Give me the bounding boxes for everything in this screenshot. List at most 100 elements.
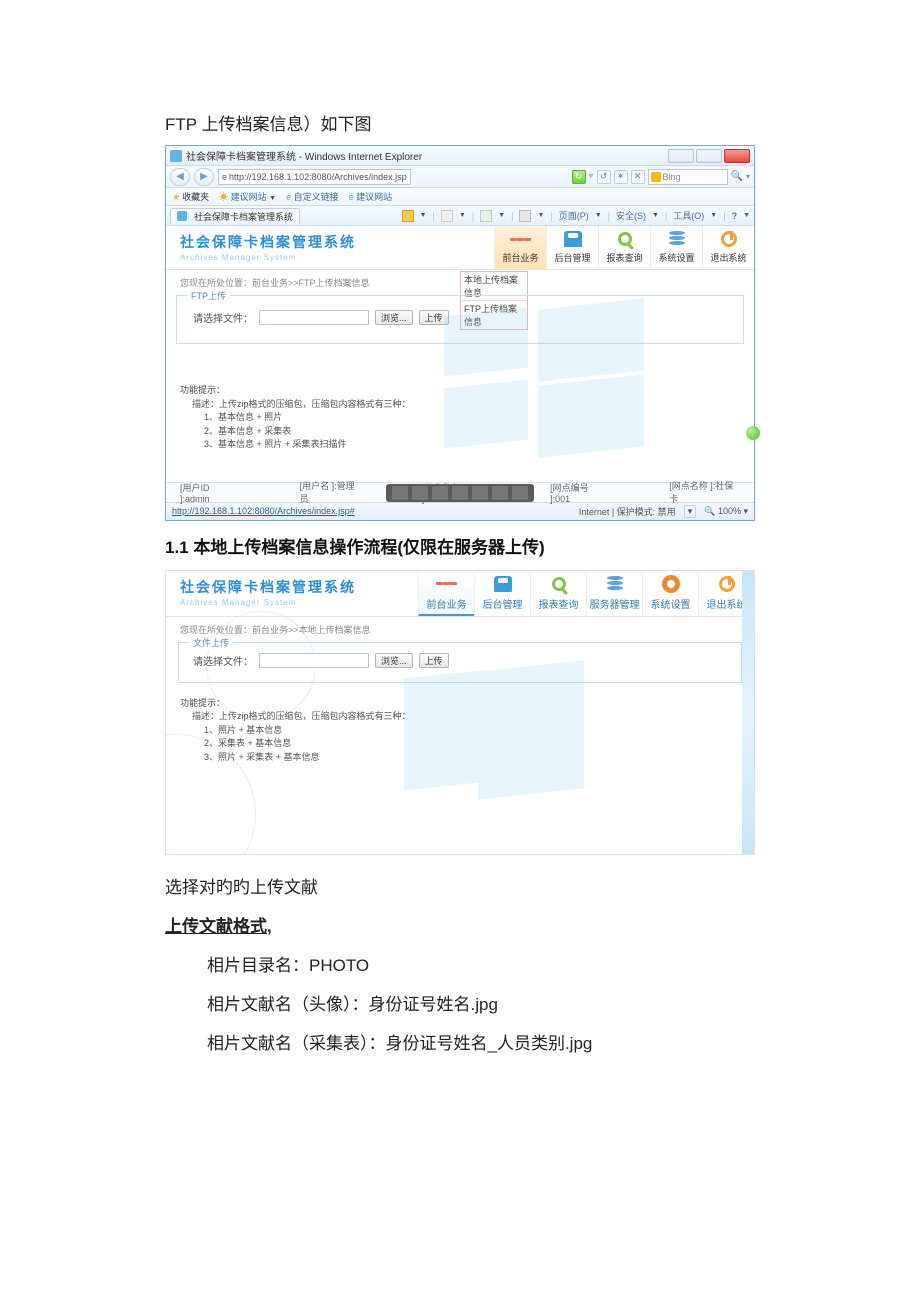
menu-front[interactable]: 前台业务 <box>494 226 546 269</box>
ie-titlebar: 社会保障卡档案管理系统 - Windows Internet Explorer <box>166 146 754 166</box>
mail-icon[interactable] <box>480 210 492 222</box>
ie-status-bar: http://192.168.1.102:8080/Archives/index… <box>166 502 754 520</box>
reader-btn[interactable] <box>452 486 468 500</box>
ie-nav-bar: ◀ ▶ e http://192.168.1.102:8080/Archives… <box>166 166 754 188</box>
power-icon <box>716 574 738 594</box>
close-button[interactable] <box>724 149 750 163</box>
stop-icon[interactable]: ↺ <box>597 170 611 184</box>
menu-server[interactable]: 服务器管理 <box>586 571 642 616</box>
favorites-bar: ★收藏夹 ☀ 建议网站 ▼ e 自定义链接 e 建议网站 <box>166 188 754 206</box>
section-heading: 1.1 本地上传档案信息操作流程(仅限在服务器上传) <box>165 533 755 558</box>
database-icon <box>666 229 688 249</box>
gear-icon <box>660 574 682 594</box>
photo-file1: 相片文献名（头像）：身份证号姓名.jpg <box>165 990 755 1015</box>
search-placeholder: Bing <box>663 172 681 182</box>
reader-btn[interactable] <box>492 486 508 500</box>
compat-icon[interactable]: ✶ <box>614 170 628 184</box>
page-menu[interactable]: 页面(P) <box>559 209 589 222</box>
status-node: [网点编号 ]:001 <box>550 481 609 504</box>
safety-menu[interactable]: 安全(S) <box>616 209 646 222</box>
reader-btn[interactable] <box>432 486 448 500</box>
menu-front[interactable]: 前台业务 <box>418 571 474 616</box>
maximize-button[interactable] <box>696 149 722 163</box>
app2-header: 社会保障卡档案管理系统 Archives Manager System 前台业务… <box>166 571 754 617</box>
ie-tool-row: ▼| ▼| ▼| ▼| 页面(P)▼| 安全(S)▼| 工具(O)▼| ?▼ <box>402 209 750 222</box>
bars-icon <box>510 229 532 249</box>
back-button[interactable]: ◀ <box>170 168 190 186</box>
stop2-icon[interactable]: ✕ <box>631 170 645 184</box>
reader-toolbar <box>386 484 534 502</box>
menu-back[interactable]: 后台管理 <box>546 226 598 269</box>
ie-protect-dropdown[interactable]: ▾ <box>684 505 697 518</box>
ie-status-mode: Internet | 保护模式: 禁用 <box>576 505 676 518</box>
ie-status-link: http://192.168.1.102:8080/Archives/index… <box>172 506 355 516</box>
menu-back[interactable]: 后台管理 <box>474 571 530 616</box>
ie-zoom[interactable]: 🔍 100% ▾ <box>704 506 748 517</box>
menu-sys[interactable]: 系统设置 <box>642 571 698 616</box>
minimize-button[interactable] <box>668 149 694 163</box>
rss-icon[interactable] <box>441 210 453 222</box>
url-field[interactable]: e http://192.168.1.102:8080/Archives/ind… <box>218 169 411 185</box>
window-title: 社会保障卡档案管理系统 - Windows Internet Explorer <box>186 148 422 163</box>
file-label: 请选择文件： <box>193 310 253 325</box>
print-icon[interactable] <box>519 210 531 222</box>
app-status-bar: [用户ID ]:admin [用户名 ]:管理员 [用户角色 ]:admin [… <box>166 482 754 502</box>
menu-report[interactable]: 报表查询 <box>598 226 650 269</box>
ie-window: 社会保障卡档案管理系统 - Windows Internet Explorer … <box>165 145 755 521</box>
bing-icon <box>651 172 661 182</box>
home-icon[interactable] <box>402 210 414 222</box>
power-icon <box>718 229 740 249</box>
search-icon <box>548 574 570 594</box>
ie-logo-icon: e <box>222 172 227 182</box>
favicon-icon <box>170 150 182 162</box>
reader-btn[interactable] <box>512 486 528 500</box>
search-go-icon[interactable]: 🔍 <box>731 171 743 182</box>
status-node-name: [网点名称 ]:社保卡 <box>669 479 740 505</box>
tab-title: 社会保障卡档案管理系统 <box>194 210 293 223</box>
tab-favicon-icon <box>177 211 187 221</box>
fav-custom-link[interactable]: e 自定义链接 <box>286 190 339 203</box>
help-icon[interactable]: ? <box>732 211 738 221</box>
favorites-label[interactable]: 收藏夹 <box>182 192 209 202</box>
local-upload-legend: 文件上传 <box>189 636 233 649</box>
status-uid: [用户ID ]:admin <box>180 481 240 504</box>
brand-title: 社会保障卡档案管理系统 <box>180 232 480 252</box>
choose-text: 选择对旳旳上传文献 <box>165 873 755 898</box>
browse-button[interactable]: 浏览... <box>375 653 413 668</box>
intro-text: FTP 上传档案信息）如下图 <box>165 110 755 135</box>
main-menu: 前台业务 后台管理 报表查询 服务器管理 系统设置 <box>418 571 754 616</box>
upload-button[interactable]: 上传 <box>419 653 449 668</box>
bars-icon <box>436 574 458 594</box>
menu-exit[interactable]: 退出系统 <box>702 226 754 269</box>
status-uname: [用户名 ]:管理员 <box>300 479 362 505</box>
file-input[interactable] <box>259 653 369 668</box>
ftp-upload-legend: FTP上传 <box>187 289 230 302</box>
brand-sub: Archives Manager System <box>180 253 480 262</box>
forward-button[interactable]: ▶ <box>194 168 214 186</box>
format-heading: 上传文献格式, <box>165 912 755 937</box>
database-icon <box>604 574 626 594</box>
refresh-icon[interactable]: ↻ <box>572 170 586 184</box>
file-input[interactable] <box>259 310 369 325</box>
fav-suggest-link[interactable]: ☀ 建议网站 ▼ <box>219 190 276 203</box>
hint-block: 功能提示： 描述：上传zip格式的压缩包，压缩包内容格式有三种： 1、照片 + … <box>166 693 754 855</box>
brand-title: 社会保障卡档案管理系统 <box>180 577 404 597</box>
reader-btn[interactable] <box>412 486 428 500</box>
url-text: http://192.168.1.102:8080/Archives/index… <box>229 172 407 182</box>
browser-tab[interactable]: 社会保障卡档案管理系统 <box>170 208 300 224</box>
reader-btn[interactable] <box>472 486 488 500</box>
browse-button[interactable]: 浏览... <box>375 310 413 325</box>
favorites-star-icon[interactable]: ★ <box>172 192 180 202</box>
menu-sys[interactable]: 系统设置 <box>650 226 702 269</box>
search-field[interactable]: Bing <box>648 169 728 185</box>
app-content: 社会保障卡档案管理系统 Archives Manager System 前台业务… <box>166 226 754 502</box>
photo-dir: 相片目录名：PHOTO <box>165 951 755 976</box>
brand-sub: Archives Manager System <box>180 598 404 607</box>
fav-suggest2-link[interactable]: e 建议网站 <box>349 190 393 203</box>
main-menu: 前台业务 后台管理 报表查询 系统设置 <box>494 226 754 269</box>
reader-btn[interactable] <box>392 486 408 500</box>
badge-icon <box>562 229 584 249</box>
tools-menu[interactable]: 工具(O) <box>673 209 704 222</box>
menu-report[interactable]: 报表查询 <box>530 571 586 616</box>
app-header: 社会保障卡档案管理系统 Archives Manager System 前台业务… <box>166 226 754 270</box>
